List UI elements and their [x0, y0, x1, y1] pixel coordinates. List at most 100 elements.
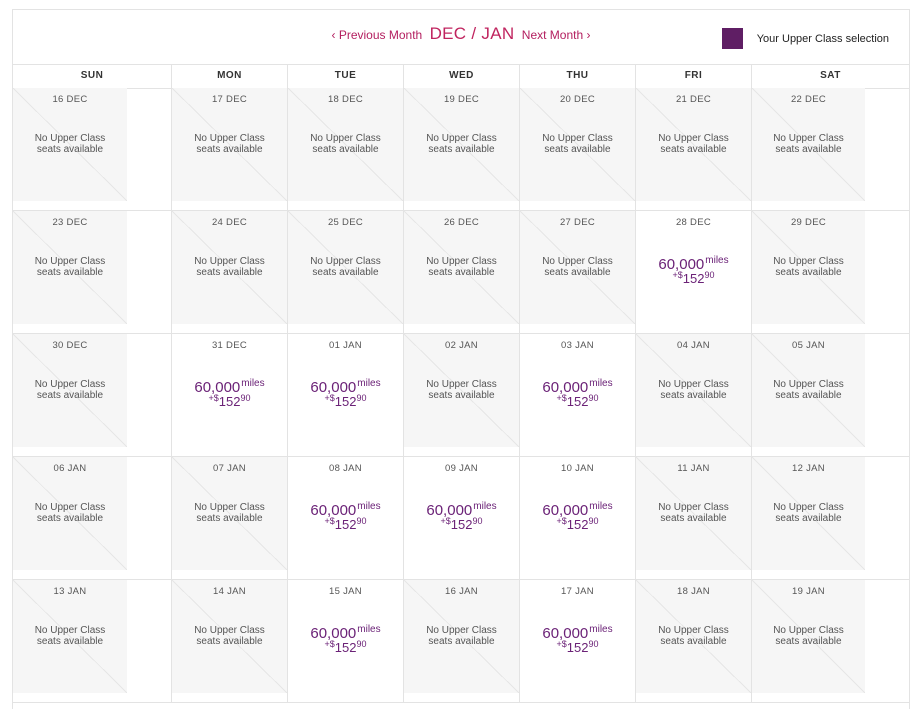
day-date-label: 01 JAN — [329, 340, 362, 351]
fare-cash: +$15290 — [288, 516, 403, 532]
day-date-label: 23 DEC — [52, 217, 88, 228]
no-seats-line-2: seats available — [36, 144, 104, 155]
no-seats-line-2: seats available — [196, 636, 263, 647]
day-cell-background: 02 JAN No Upper Class seats available — [404, 334, 519, 447]
calendar-day-unavailable: 17 DEC No Upper Class seats available — [172, 88, 288, 210]
no-seats-message: No Upper Class seats available — [13, 256, 127, 278]
calendar-day-available[interactable]: 08 JAN 60,000miles +$15290 — [288, 457, 404, 579]
no-seats-line-1: No Upper Class — [34, 502, 106, 513]
no-seats-message: No Upper Class seats available — [13, 133, 127, 155]
weekday-tue: TUE — [288, 65, 404, 88]
calendar-day-unavailable: 14 JAN No Upper Class seats available — [172, 580, 288, 702]
previous-month-label: Previous Month — [338, 28, 423, 42]
fare-cash: +$15290 — [172, 393, 287, 409]
no-seats-line-1: No Upper Class — [773, 625, 844, 636]
fare-price: 60,000miles +$15290 — [520, 624, 635, 655]
no-seats-line-2: seats available — [428, 144, 495, 155]
no-seats-line-2: seats available — [428, 267, 495, 278]
cash-cents: 90 — [704, 270, 715, 280]
next-month-link[interactable]: Next Month › — [522, 28, 591, 42]
day-cell-background: 10 JAN 60,000miles +$15290 — [520, 457, 635, 570]
cash-cents: 90 — [588, 639, 599, 649]
no-seats-message: No Upper Class seats available — [172, 502, 287, 524]
day-cell-background: 25 DEC No Upper Class seats available — [288, 211, 403, 324]
day-cell-background: 17 DEC No Upper Class seats available — [172, 88, 287, 201]
cash-amount: 152 — [450, 517, 473, 532]
calendar-header: ‹ Previous Month DEC / JAN Next Month › … — [13, 10, 909, 63]
no-seats-message: No Upper Class seats available — [752, 379, 865, 401]
no-seats-message: No Upper Class seats available — [13, 379, 127, 401]
day-date-label: 08 JAN — [329, 463, 362, 474]
cash-amount: 152 — [218, 394, 241, 409]
fare-price: 60,000miles +$15290 — [288, 378, 403, 409]
calendar-day-available[interactable]: 10 JAN 60,000miles +$15290 — [520, 457, 636, 579]
day-cell-background: 14 JAN No Upper Class seats available — [172, 580, 287, 693]
no-seats-line-1: No Upper Class — [658, 133, 729, 144]
no-seats-message: No Upper Class seats available — [288, 256, 403, 278]
no-seats-message: No Upper Class seats available — [520, 256, 635, 278]
day-cell-background: 04 JAN No Upper Class seats available — [636, 334, 751, 447]
no-seats-message: No Upper Class seats available — [752, 133, 865, 155]
day-date-label: 30 DEC — [52, 340, 88, 351]
calendar-day-unavailable: 12 JAN No Upper Class seats available — [752, 457, 909, 579]
no-seats-line-1: No Upper Class — [542, 256, 613, 267]
cash-cents: 90 — [356, 639, 367, 649]
previous-month-link[interactable]: ‹ Previous Month — [332, 28, 426, 42]
cash-amount: 152 — [682, 271, 705, 286]
no-seats-line-1: No Upper Class — [426, 133, 497, 144]
calendar-day-available[interactable]: 09 JAN 60,000miles +$15290 — [404, 457, 520, 579]
no-seats-message: No Upper Class seats available — [752, 502, 865, 524]
calendar-day-available[interactable]: 15 JAN 60,000miles +$15290 — [288, 580, 404, 702]
day-date-label: 13 JAN — [53, 586, 87, 597]
day-date-label: 21 DEC — [675, 94, 712, 105]
calendar-day-available[interactable]: 03 JAN 60,000miles +$15290 — [520, 334, 636, 456]
calendar-day-unavailable: 19 JAN No Upper Class seats available — [752, 580, 909, 702]
day-cell-background: 18 JAN No Upper Class seats available — [636, 580, 751, 693]
no-seats-message: No Upper Class seats available — [172, 133, 287, 155]
day-date-label: 18 JAN — [677, 586, 710, 597]
cash-cents: 90 — [240, 393, 251, 403]
no-seats-line-1: No Upper Class — [426, 379, 497, 390]
day-date-label: 31 DEC — [211, 340, 248, 351]
day-date-label: 24 DEC — [211, 217, 248, 228]
calendar-day-unavailable: 11 JAN No Upper Class seats available — [636, 457, 752, 579]
weekday-mon: MON — [172, 65, 288, 88]
day-cell-background: 22 DEC No Upper Class seats available — [752, 88, 865, 201]
no-seats-line-1: No Upper Class — [310, 133, 381, 144]
calendar-day-unavailable: 29 DEC No Upper Class seats available — [752, 211, 909, 333]
fare-price: 60,000miles +$15290 — [172, 378, 287, 409]
fare-price: 60,000miles +$15290 — [288, 501, 403, 532]
fare-cash: +$15290 — [288, 393, 403, 409]
calendar-day-available[interactable]: 17 JAN 60,000miles +$15290 — [520, 580, 636, 702]
calendar-day-available[interactable]: 31 DEC 60,000miles +$15290 — [172, 334, 288, 456]
calendar-day-available[interactable]: 01 JAN 60,000miles +$15290 — [288, 334, 404, 456]
day-date-label: 19 JAN — [792, 586, 825, 597]
calendar-day-unavailable: 04 JAN No Upper Class seats available — [636, 334, 752, 456]
no-seats-line-1: No Upper Class — [194, 625, 265, 636]
no-seats-message: No Upper Class seats available — [636, 133, 751, 155]
day-date-label: 03 JAN — [561, 340, 594, 351]
no-seats-message: No Upper Class seats available — [752, 625, 865, 647]
weekday-sat: SAT — [820, 70, 841, 81]
cash-cents: 90 — [588, 516, 599, 526]
no-seats-line-2: seats available — [544, 267, 611, 278]
day-cell-background: 27 DEC No Upper Class seats available — [520, 211, 635, 324]
weekday-fri: FRI — [636, 65, 752, 88]
no-seats-line-2: seats available — [775, 513, 842, 524]
calendar-panel: ‹ Previous Month DEC / JAN Next Month › … — [12, 9, 910, 709]
no-seats-message: No Upper Class seats available — [520, 133, 635, 155]
day-cell-background: 28 DEC 60,000miles +$15290 — [636, 211, 751, 324]
fare-price: 60,000miles +$15290 — [288, 624, 403, 655]
day-date-label: 04 JAN — [677, 340, 710, 351]
calendar-day-unavailable: 23 DEC No Upper Class seats available — [13, 211, 172, 333]
calendar-day-available[interactable]: 28 DEC 60,000miles +$15290 — [636, 211, 752, 333]
no-seats-line-1: No Upper Class — [773, 256, 844, 267]
calendar-day-unavailable: 20 DEC No Upper Class seats available — [520, 88, 636, 210]
no-seats-line-2: seats available — [544, 144, 611, 155]
miles-unit: miles — [241, 378, 265, 389]
miles-unit: miles — [357, 624, 381, 635]
selection-swatch — [721, 28, 743, 49]
no-seats-line-2: seats available — [775, 390, 842, 401]
calendar-day-unavailable: 24 DEC No Upper Class seats available — [172, 211, 288, 333]
no-seats-line-2: seats available — [312, 144, 379, 155]
